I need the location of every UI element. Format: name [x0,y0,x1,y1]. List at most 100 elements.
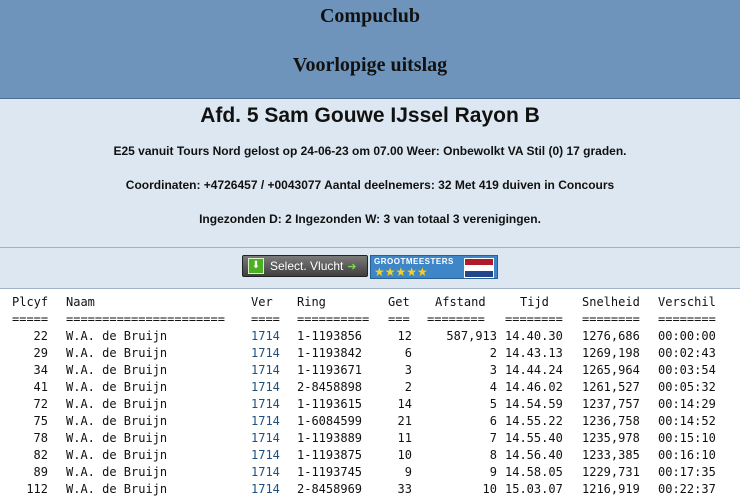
cell-ver[interactable]: 1714 [251,396,280,413]
cell-verschil: 00:17:35 [658,465,716,479]
cell-ring: 1-1193875 [297,448,363,462]
col-header-snelheid: Snelheid [582,295,640,309]
cell-get: 11 [397,431,412,445]
cell-plcyf: 75 [33,414,48,428]
cell-snelheid: 1276,686 [582,329,640,343]
table-row: 82 W.A. de Bruijn 1714 1-1193875 10 8 14.56.40… [0,447,740,464]
cell-afstand: 3 [489,363,497,377]
page-header: Compuclub Voorlopige uitslag [0,0,740,99]
cell-ring: 1-1193842 [297,346,363,360]
cell-ring: 1-1193889 [297,431,363,445]
col-header-tijd: Tijd [520,295,549,309]
sep-ver: ==== [251,312,280,326]
afdeling-title: Afd. 5 Sam Gouwe IJssel Rayon B [200,104,540,127]
cell-afstand: 7 [489,431,497,445]
cell-get: 2 [404,380,412,394]
cell-plcyf: 82 [33,448,48,462]
cell-naam: W.A. de Bruijn [66,465,168,479]
cell-ver[interactable]: 1714 [251,430,280,447]
cell-ring: 1-6084599 [297,414,363,428]
club-name: Compuclub [319,5,421,27]
cell-ver[interactable]: 1714 [251,464,280,481]
race-coordinates-info: Coordinaten: +4726457 / +0043077 Aantal … [125,178,615,192]
table-row: 29 W.A. de Bruijn 1714 1-1193842 6 2 14.43.13 1… [0,345,740,362]
cell-naam: W.A. de Bruijn [66,482,168,496]
cell-tijd: 14.58.05 [505,465,563,479]
cell-verschil: 00:14:52 [658,414,716,428]
toolbar: ⬇ Select. Vlucht ➜ GROOTMEESTERS ★★★★★ [0,248,740,289]
col-header-ver: Ver [251,295,273,309]
col-header-verschil: Verschil [658,295,716,309]
grootmeesters-banner[interactable]: GROOTMEESTERS ★★★★★ [370,255,498,279]
race-submitted-info: Ingezonden D: 2 Ingezonden W: 3 van tota… [199,212,541,226]
cell-verschil: 00:15:10 [658,431,716,445]
sep-ring: ========== [297,312,370,326]
cell-afstand: 5 [489,397,497,411]
table-row: 22 W.A. de Bruijn 1714 1-1193856 12 587,913 14… [0,328,740,345]
race-info-panel: Afd. 5 Sam Gouwe IJssel Rayon B E25 vanu… [0,99,740,248]
cell-get: 10 [397,448,412,462]
cell-plcyf: 41 [33,380,48,394]
cell-snelheid: 1229,731 [582,465,640,479]
cell-ver[interactable]: 1714 [251,345,280,362]
cell-plcyf: 89 [33,465,48,479]
cell-naam: W.A. de Bruijn [66,397,168,411]
cell-ring: 1-1193671 [297,363,363,377]
download-icon: ⬇ [248,258,264,274]
cell-verschil: 00:03:54 [658,363,716,377]
cell-naam: W.A. de Bruijn [66,329,168,343]
select-flight-label: Select. Vlucht [270,259,344,273]
cell-plcyf: 29 [33,346,48,360]
cell-verschil: 00:22:37 [658,482,716,496]
cell-ver[interactable]: 1714 [251,447,280,464]
cell-get: 33 [397,482,412,496]
cell-naam: W.A. de Bruijn [66,380,168,394]
cell-ver[interactable]: 1714 [251,379,280,396]
cell-snelheid: 1235,978 [582,431,640,445]
cell-plcyf: 34 [33,363,48,377]
cell-snelheid: 1269,198 [582,346,640,360]
col-header-afstand: Afstand [435,295,486,309]
select-flight-button[interactable]: ⬇ Select. Vlucht ➜ [242,255,368,277]
cell-ver[interactable]: 1714 [251,413,280,430]
table-separator-row: ===== ====================== ==== ======… [0,311,740,328]
cell-get: 12 [397,329,412,343]
cell-snelheid: 1236,758 [582,414,640,428]
cell-ring: 1-1193856 [297,329,363,343]
cell-verschil: 00:16:10 [658,448,716,462]
stars-icon: ★★★★★ [374,265,428,279]
table-row: 89 W.A. de Bruijn 1714 1-1193745 9 9 14.58.05 1… [0,464,740,481]
col-header-ring: Ring [297,295,326,309]
cell-tijd: 14.54.59 [505,397,563,411]
results-table: Plcyf Naam Ver Ring Get Afstand Tijd Sne… [0,294,740,498]
sep-naam: ====================== [66,312,225,326]
table-row: 41 W.A. de Bruijn 1714 2-8458898 2 4 14.46.02 1… [0,379,740,396]
cell-ver[interactable]: 1714 [251,481,280,498]
cell-naam: W.A. de Bruijn [66,414,168,428]
cell-get: 9 [404,465,412,479]
cell-ring: 1-1193745 [297,465,363,479]
table-row: 75 W.A. de Bruijn 1714 1-6084599 21 6 14.55.22… [0,413,740,430]
cell-ver[interactable]: 1714 [251,362,280,379]
race-release-info: E25 vanuit Tours Nord gelost op 24-06-23… [113,144,627,158]
table-header-row: Plcyf Naam Ver Ring Get Afstand Tijd Sne… [0,294,740,311]
cell-tijd: 14.55.40 [505,431,563,445]
cell-plcyf: 78 [33,431,48,445]
cell-tijd: 14.55.22 [505,414,563,428]
table-row: 112 W.A. de Bruijn 1714 2-8458969 33 10 15.03.… [0,481,740,498]
cell-afstand: 10 [482,482,497,496]
cell-ring: 2-8458969 [297,482,363,496]
cell-afstand: 4 [489,380,497,394]
cell-tijd: 14.46.02 [505,380,563,394]
cell-snelheid: 1233,385 [582,448,640,462]
col-header-get: Get [388,295,410,309]
cell-snelheid: 1265,964 [582,363,640,377]
cell-tijd: 14.43.13 [505,346,563,360]
cell-ver[interactable]: 1714 [251,328,280,345]
cell-afstand: 8 [489,448,497,462]
cell-get: 3 [404,363,412,377]
table-row: 34 W.A. de Bruijn 1714 1-1193671 3 3 14.44.24 1… [0,362,740,379]
cell-snelheid: 1261,527 [582,380,640,394]
cell-afstand: 9 [489,465,497,479]
col-header-naam: Naam [66,295,95,309]
